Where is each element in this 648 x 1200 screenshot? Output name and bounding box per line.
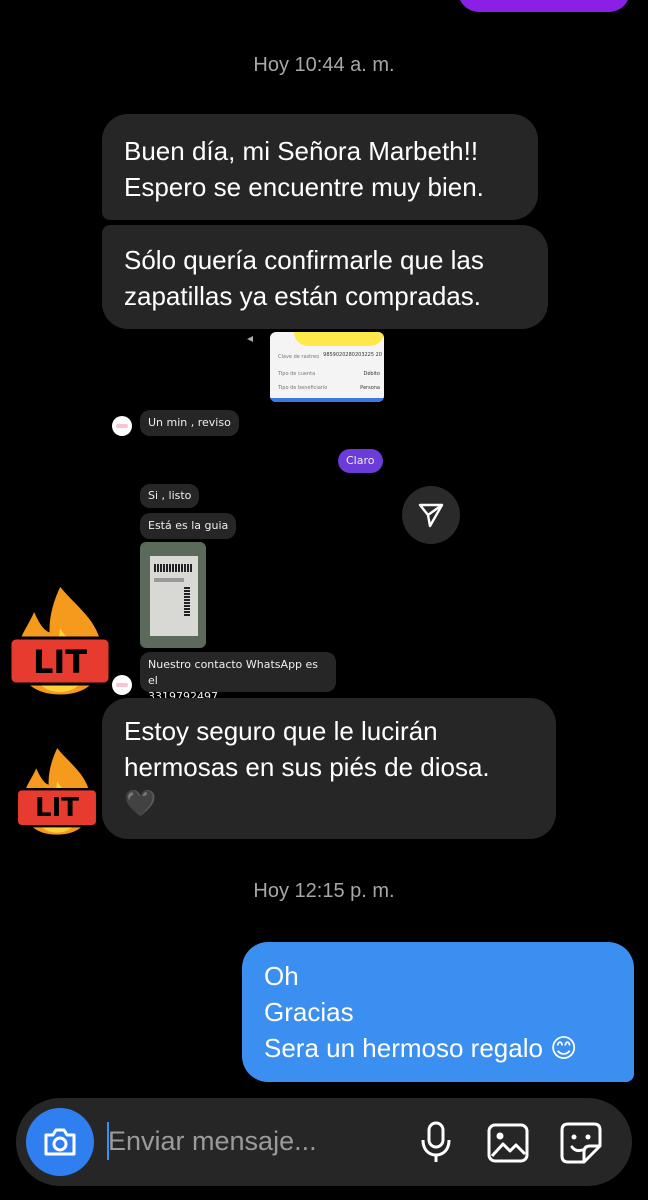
message-bubble[interactable]: Buen día, mi Señora Marbeth!! Espero se … [102, 114, 538, 220]
shipping-guide-photo[interactable] [140, 542, 206, 648]
card-value: Débito [363, 371, 380, 377]
bank-transfer-card[interactable]: Clave de rastreo 9859020280203225 20 Tip… [270, 332, 384, 402]
embedded-message-line: Nuestro contacto WhatsApp es el [148, 658, 319, 687]
card-label: Tipo de beneficiario [278, 385, 328, 391]
message-line: Sólo quería confirmarle que las [124, 245, 484, 275]
timestamp: Hoy 12:15 p. m. [253, 880, 395, 902]
outgoing-message-bubble[interactable]: Oh Gracias Sera un hermoso regalo 😊 [242, 942, 634, 1082]
avatar[interactable] [112, 416, 132, 436]
embedded-message: Si , listo [140, 484, 200, 508]
sticker-icon [560, 1122, 602, 1164]
image-icon [487, 1123, 529, 1163]
message-line: Gracias [264, 997, 354, 1027]
card-label: Tipo de cuenta [278, 371, 316, 377]
sticker-text: LIT [32, 643, 88, 681]
message-bubble[interactable]: Estoy seguro que le lucirán hermosas en … [102, 698, 556, 839]
message-bubble[interactable]: Sólo quería confirmarle que las zapatill… [102, 225, 548, 329]
black-heart-emoji: 🖤 [124, 788, 157, 818]
message-line: zapatillas ya están compradas. [124, 281, 481, 311]
message-line: Oh [264, 961, 299, 991]
embedded-message: Nuestro contacto WhatsApp es el 33197924… [140, 652, 336, 703]
camera-icon [44, 1128, 76, 1156]
embedded-message: Un min , reviso [140, 410, 239, 436]
previous-outgoing-bubble[interactable] [458, 0, 630, 12]
fire-icon [15, 743, 99, 838]
message-line: Sera un hermoso regalo 😊 [264, 1033, 578, 1063]
sticker-text: LIT [35, 793, 79, 823]
card-value: Persona [360, 385, 380, 391]
message-line: Espero se encuentre muy bien. [124, 172, 484, 202]
card-value: 9859020280203225 20 [323, 352, 382, 358]
reply-indicator [246, 330, 254, 342]
embedded-message-outgoing: Claro [338, 449, 383, 473]
embedded-message: Está es la guia [140, 513, 237, 539]
camera-button[interactable] [26, 1108, 94, 1176]
message-input[interactable]: Enviar mensaje... [108, 1126, 317, 1157]
gallery-button[interactable] [486, 1122, 530, 1164]
lit-fire-sticker[interactable]: LIT [4, 578, 116, 700]
microphone-button[interactable] [418, 1120, 454, 1166]
card-label: Clave de rastreo [278, 354, 320, 360]
timestamp: Hoy 10:44 a. m. [253, 54, 395, 76]
lit-fire-sticker[interactable]: LIT [12, 740, 102, 840]
microphone-icon [421, 1121, 451, 1162]
share-button[interactable] [402, 486, 460, 544]
message-line: hermosas en sus piés de diosa. [124, 752, 490, 782]
sticker-button[interactable] [558, 1120, 604, 1166]
message-line: Estoy seguro que le lucirán [124, 716, 438, 746]
paper-plane-icon [418, 503, 444, 528]
message-line: Buen día, mi Señora Marbeth!! [124, 136, 479, 166]
